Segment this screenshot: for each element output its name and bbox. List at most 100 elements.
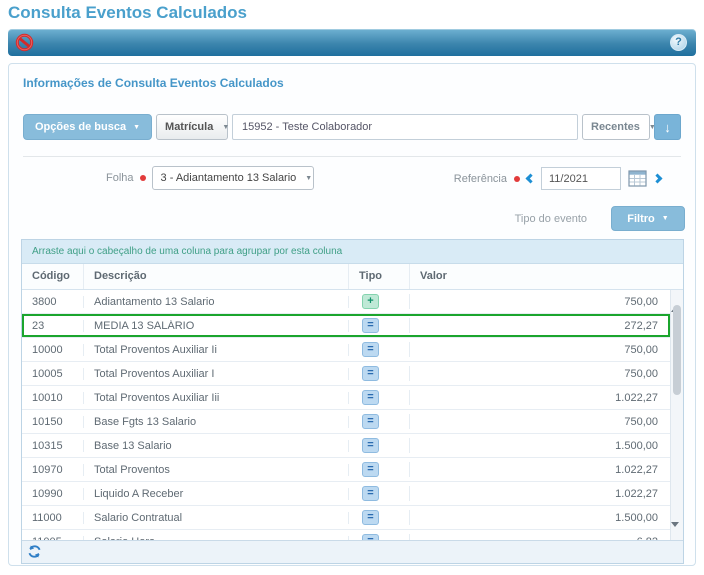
scroll-down-icon[interactable] <box>671 527 683 540</box>
scrollbar-thumb[interactable] <box>673 305 681 395</box>
event-type-plus-icon[interactable]: + <box>362 294 379 309</box>
event-type-equals-icon[interactable]: = <box>362 342 379 357</box>
cell-descricao: Salario Hora <box>84 536 349 541</box>
cell-codigo: 10150 <box>22 416 84 428</box>
recents-label: Recentes <box>591 121 640 133</box>
table-row[interactable]: 11000Salario Contratual=1.500,00 <box>22 506 670 530</box>
cell-valor: 1.022,27 <box>410 392 670 404</box>
cell-valor: 272,27 <box>410 320 670 332</box>
event-type-equals-icon[interactable]: = <box>362 486 379 501</box>
column-header-valor[interactable]: Valor <box>410 264 670 289</box>
cell-codigo: 10010 <box>22 392 84 404</box>
folha-value: 3 - Adiantamento 13 Salario <box>161 172 297 184</box>
table-row[interactable]: 10150Base Fgts 13 Salario=750,00 <box>22 410 670 434</box>
folha-dropdown[interactable]: 3 - Adiantamento 13 Salario ▼ <box>152 166 314 190</box>
help-icon[interactable]: ? <box>670 34 687 51</box>
table-row[interactable]: 10990Liquido A Receber=1.022,27 <box>22 482 670 506</box>
cell-codigo: 10315 <box>22 440 84 452</box>
cell-codigo: 10990 <box>22 488 84 500</box>
chevron-down-icon: ▼ <box>662 215 669 222</box>
referencia-field: Referência <box>454 167 661 190</box>
table-row[interactable]: 10970Total Proventos = 1.022,27 <box>22 458 670 482</box>
table-row[interactable]: 10000Total Proventos Auxiliar Ii=750,00 <box>22 338 670 362</box>
prohibition-icon <box>15 33 34 52</box>
cell-codigo: 10005 <box>22 368 84 380</box>
column-header-spacer <box>670 264 683 289</box>
scroll-up-icon[interactable] <box>671 290 683 303</box>
cell-valor: 1.500,00 <box>410 512 670 524</box>
search-field-selector[interactable]: Matrícula ▼ <box>156 114 228 140</box>
required-indicator <box>514 176 520 182</box>
referencia-label: Referência <box>454 173 507 185</box>
calendar-icon[interactable] <box>628 170 647 187</box>
table-row[interactable]: 3800Adiantamento 13 Salario+750,00 <box>22 290 670 314</box>
recents-dropdown[interactable]: Recentes ▼ <box>582 114 650 140</box>
search-input[interactable] <box>232 114 578 140</box>
cell-tipo: = <box>349 342 410 357</box>
cell-tipo: + <box>349 294 410 309</box>
cell-valor: 1.500,00 <box>410 440 670 452</box>
cell-descricao: Base Fgts 13 Salario <box>84 416 349 428</box>
cell-descricao: MEDIA 13 SALÁRIO <box>84 320 349 332</box>
event-filter-row: Tipo do evento Filtro ▼ <box>515 206 685 231</box>
cell-valor: 1.022,27 <box>410 464 670 476</box>
referencia-input[interactable] <box>541 167 621 190</box>
block-icon[interactable] <box>15 33 34 52</box>
tipo-evento-label: Tipo do evento <box>515 213 587 225</box>
cell-codigo: 11005 <box>22 536 84 541</box>
table-row[interactable]: 10005Total Proventos Auxiliar I=750,00 <box>22 362 670 386</box>
event-type-equals-icon[interactable]: = <box>362 534 379 540</box>
search-row: Opções de busca ▼ Matrícula ▼ Recentes ▼… <box>23 114 681 140</box>
column-header-descricao[interactable]: Descrição <box>84 264 349 289</box>
event-type-equals-icon[interactable]: = <box>362 390 379 405</box>
chevron-down-icon: ▼ <box>133 124 140 131</box>
cell-valor: 750,00 <box>410 344 670 356</box>
search-submit-button[interactable]: ↓ <box>654 114 681 140</box>
toolbar: ? <box>8 29 696 56</box>
cell-tipo: = <box>349 486 410 501</box>
cell-tipo: = <box>349 462 410 477</box>
cell-codigo: 10970 <box>22 464 84 476</box>
table-row[interactable]: 11005Salario Hora=6,82 <box>22 530 670 540</box>
previous-month-icon[interactable] <box>526 174 536 184</box>
cell-descricao: Total Proventos Auxiliar Iii <box>84 392 349 404</box>
table-row-selected[interactable]: 23MEDIA 13 SALÁRIO=272,27 <box>22 314 670 338</box>
column-header-tipo[interactable]: Tipo <box>349 264 410 289</box>
chevron-down-icon: ▼ <box>305 175 312 182</box>
cell-tipo: = <box>349 318 410 333</box>
group-by-hint[interactable]: Arraste aqui o cabeçalho de uma coluna p… <box>22 240 683 264</box>
cell-codigo: 3800 <box>22 296 84 308</box>
next-month-icon[interactable] <box>653 174 663 184</box>
event-type-equals-icon[interactable]: = <box>362 438 379 453</box>
cell-descricao: Total Proventos <box>84 464 349 476</box>
search-options-label: Opções de busca <box>35 121 126 133</box>
event-type-equals-icon[interactable]: = <box>362 462 379 477</box>
folha-field: Folha 3 - Adiantamento 13 Salario ▼ <box>106 166 314 190</box>
required-indicator <box>140 175 146 181</box>
table-row[interactable]: 10315Base 13 Salario = 1.500,00 <box>22 434 670 458</box>
cell-descricao: Liquido A Receber <box>84 488 349 500</box>
chevron-down-icon: ▼ <box>222 124 229 131</box>
search-options-button[interactable]: Opções de busca ▼ <box>23 114 152 140</box>
cell-tipo: = <box>349 414 410 429</box>
cell-descricao: Base 13 Salario <box>84 440 349 452</box>
event-type-equals-icon[interactable]: = <box>362 366 379 381</box>
cell-descricao: Total Proventos Auxiliar I <box>84 368 349 380</box>
vertical-scrollbar[interactable] <box>670 290 683 540</box>
cell-tipo: = <box>349 366 410 381</box>
app-window: Consulta Eventos Calculados ? Informaçõe… <box>0 0 704 575</box>
table-header: Código Descrição Tipo Valor <box>22 264 683 290</box>
filtro-label: Filtro <box>627 213 655 225</box>
arrow-down-icon: ↓ <box>664 120 671 135</box>
event-type-equals-icon[interactable]: = <box>362 414 379 429</box>
cell-codigo: 10000 <box>22 344 84 356</box>
event-type-equals-icon[interactable]: = <box>362 318 379 333</box>
table-row[interactable]: 10010Total Proventos Auxiliar Iii = 1.022,… <box>22 386 670 410</box>
filtro-button[interactable]: Filtro ▼ <box>611 206 685 231</box>
cell-tipo: = <box>349 510 410 525</box>
cell-descricao: Salario Contratual <box>84 512 349 524</box>
refresh-icon[interactable] <box>27 544 43 560</box>
event-type-equals-icon[interactable]: = <box>362 510 379 525</box>
main-panel: Informações de Consulta Eventos Calculad… <box>8 63 696 566</box>
column-header-codigo[interactable]: Código <box>22 264 84 289</box>
